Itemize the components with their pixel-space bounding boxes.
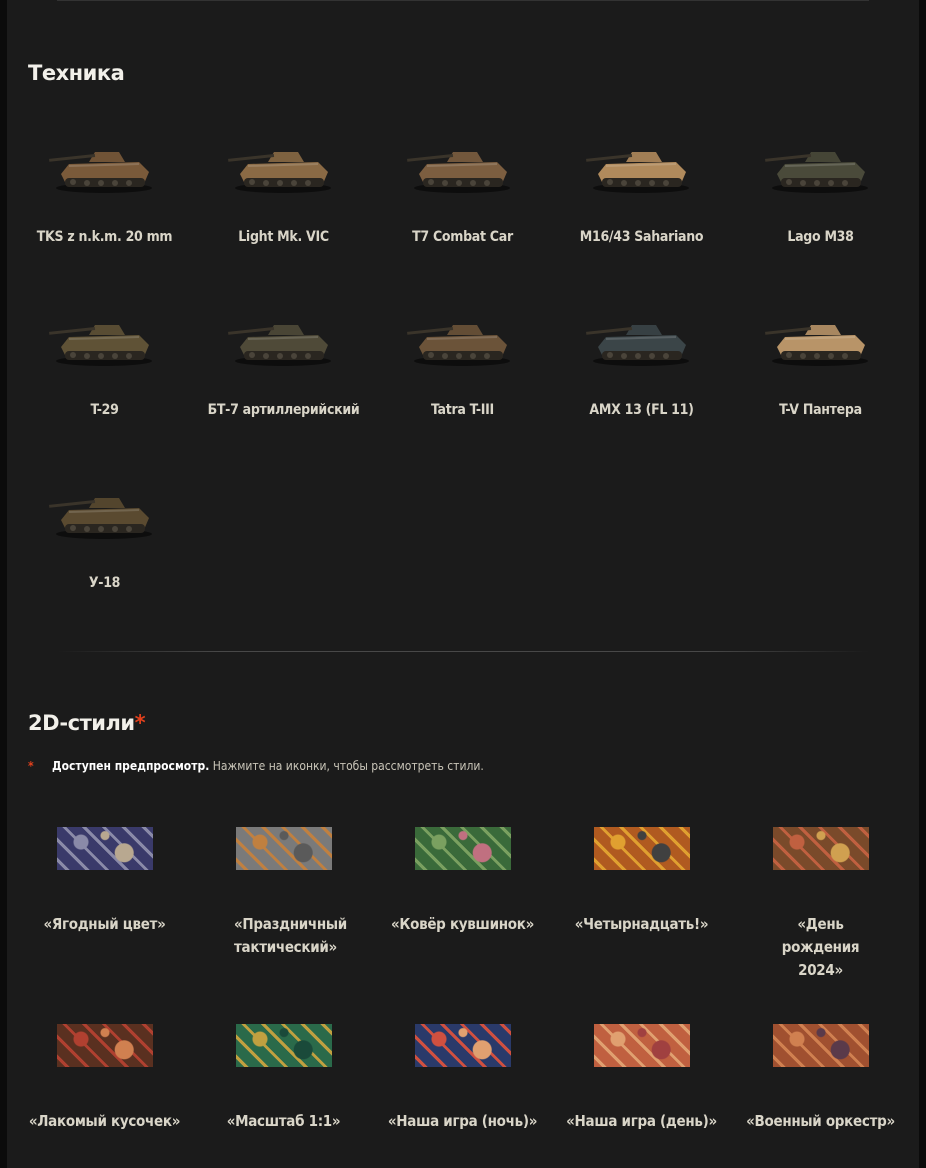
- style-name: «Ягодный цвет»: [43, 915, 166, 933]
- style-name: «Масштаб 1:1»: [226, 1112, 341, 1130]
- vehicles-section-title: Техника: [28, 61, 125, 85]
- vehicle-image: [228, 152, 331, 193]
- style-name: «Ковёр кувшинок»: [390, 915, 535, 933]
- style-name: «Четырнадцать!»: [574, 915, 709, 933]
- note-asterisk: *: [28, 759, 34, 773]
- vehicle-name: T-29: [90, 402, 119, 418]
- vehicle-image: [407, 152, 510, 193]
- style-preview-image[interactable]: [594, 827, 690, 870]
- vehicle-image: [49, 325, 152, 366]
- vehicle-name: Lago M38: [787, 229, 854, 245]
- style-preview-image[interactable]: [236, 827, 332, 870]
- vehicle-image: [49, 152, 152, 193]
- vehicle-name: T-V Пантера: [779, 402, 862, 418]
- vehicle-name: Light Mk. VIC: [238, 229, 329, 245]
- style-name: «День рождения 2024»: [781, 915, 860, 979]
- note-strong: Доступен предпросмотр.: [52, 759, 210, 773]
- style-preview-image[interactable]: [57, 1024, 153, 1067]
- style-preview-image[interactable]: [773, 1024, 869, 1067]
- style-preview-image[interactable]: [236, 1024, 332, 1067]
- vehicle-image: [407, 325, 510, 366]
- vehicle-image: [765, 152, 868, 193]
- style-preview-image[interactable]: [57, 827, 153, 870]
- style-preview-image[interactable]: [773, 827, 869, 870]
- vehicle-image: [228, 325, 331, 366]
- style-name: «Праздничный тактический»: [234, 915, 347, 956]
- style-name: «Лакомый кусочек»: [28, 1112, 181, 1130]
- vehicle-name: БТ-7 артиллерийский: [207, 402, 360, 418]
- vehicle-image: [765, 325, 868, 366]
- vehicle-image: [586, 152, 689, 193]
- vehicle-name: T7 Combat Car: [412, 229, 513, 245]
- note-text: Нажмите на иконки, чтобы рассмотреть сти…: [209, 759, 484, 773]
- vehicle-name: Tatra T-III: [431, 402, 494, 418]
- vehicle-name: AMX 13 (FL 11): [589, 402, 694, 418]
- content-panel: Техника TKS z n.k.m. 20 mm Light Mk. VIC T…: [7, 0, 919, 1168]
- styles-section-title: 2D-стили*: [28, 711, 146, 735]
- vehicle-image: [586, 325, 689, 366]
- top-divider: [57, 0, 869, 1]
- style-preview-image[interactable]: [415, 827, 511, 870]
- vehicle-image: [49, 498, 152, 539]
- vehicle-name: У-18: [88, 575, 121, 591]
- preview-note: * Доступен предпросмотр. Нажмите на иконк…: [28, 759, 484, 773]
- vehicle-name: M16/43 Sahariano: [579, 229, 704, 245]
- section-divider: [57, 651, 869, 652]
- style-name: «Наша игра (ночь)»: [387, 1112, 538, 1130]
- style-name: «Наша игра (день)»: [566, 1112, 717, 1130]
- title-asterisk: *: [134, 711, 146, 735]
- style-preview-image[interactable]: [415, 1024, 511, 1067]
- style-name: «Военный оркестр»: [746, 1112, 895, 1130]
- vehicle-name: TKS z n.k.m. 20 mm: [36, 229, 173, 245]
- style-preview-image[interactable]: [594, 1024, 690, 1067]
